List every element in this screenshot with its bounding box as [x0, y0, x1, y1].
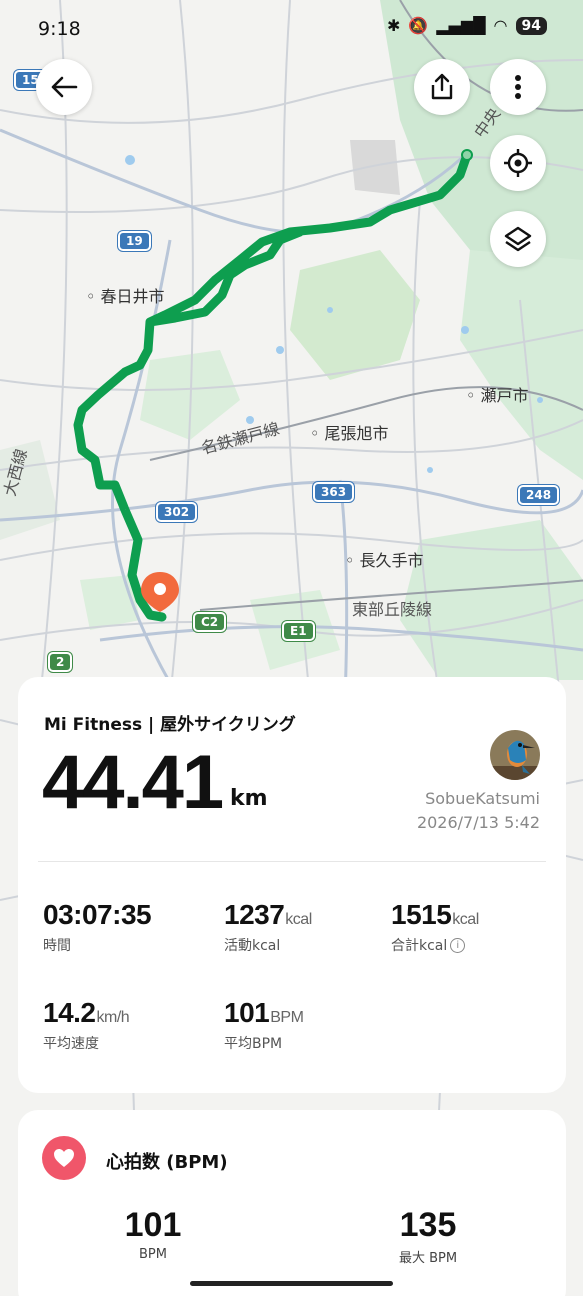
workout-summary-card: Mi Fitness | 屋外サイクリング 44.41 km SobueKats…: [18, 677, 566, 1093]
user-name: SobueKatsumi: [425, 789, 540, 808]
stat-duration-label: 時間: [43, 938, 71, 954]
hr-max: 135 最大 BPM: [388, 1206, 468, 1266]
route-shield-19: 19: [118, 231, 151, 251]
signal-icon: ▂▄▆█: [436, 16, 486, 35]
kingfisher-avatar-image: [490, 730, 540, 780]
hr-avg: 101 BPM: [118, 1206, 188, 1262]
stat-duration: 03:07:35 時間: [43, 899, 152, 955]
route-shield-302: 302: [156, 502, 198, 522]
heart-rate-title: 心拍数 (BPM): [106, 1152, 228, 1173]
stat-avg-bpm: 101BPM 平均BPM: [224, 997, 304, 1053]
map-label-owariasahi: ◦ 尾張旭市: [310, 424, 389, 443]
stat-total-kcal-value: 1515: [391, 899, 452, 930]
share-button[interactable]: [414, 59, 470, 115]
status-icons: ✱ 🔕 ▂▄▆█ ◠ 94: [387, 16, 547, 35]
arrow-left-icon: [51, 76, 78, 98]
wifi-icon: ◠: [493, 16, 508, 35]
stat-total-kcal-unit: kcal: [452, 911, 479, 928]
hr-max-label: 最大 BPM: [398, 1251, 458, 1266]
home-indicator[interactable]: [190, 1281, 393, 1286]
stat-avg-bpm-unit: BPM: [270, 1009, 304, 1026]
workout-datetime: 2026/7/13 5:42: [416, 813, 540, 832]
info-icon[interactable]: i: [450, 937, 466, 953]
stat-avg-speed-label: 平均速度: [43, 1036, 99, 1052]
share-icon: [431, 73, 453, 100]
map-canvas: [0, 0, 583, 1296]
back-button[interactable]: [36, 59, 92, 115]
layers-icon: [504, 226, 532, 252]
workout-title: Mi Fitness | 屋外サイクリング: [44, 715, 296, 735]
route-shield-363: 363: [313, 482, 355, 502]
stat-total-kcal-label-row: 合計kcal i: [391, 935, 479, 955]
stat-avg-speed-unit: km/h: [96, 1009, 130, 1026]
stat-active-kcal-value: 1237: [224, 899, 285, 930]
route-shield-248: 248: [518, 485, 560, 505]
status-bar: 9:18 ✱ 🔕 ▂▄▆█ ◠ 94: [0, 0, 583, 58]
route-shield-c2: C2: [193, 612, 227, 632]
map-label-kasugai: ◦ 春日井市: [86, 287, 165, 306]
stat-active-kcal-unit: kcal: [285, 911, 312, 928]
stat-active-kcal-label: 活動kcal: [224, 938, 281, 954]
map-label-tobu-kyuryo-line: 東部丘陵線: [352, 600, 433, 619]
hr-max-value: 135: [399, 1206, 457, 1244]
route-shield-2: 2: [48, 652, 73, 672]
stat-total-kcal-label: 合計kcal: [391, 938, 448, 954]
more-vertical-icon: [515, 75, 521, 99]
stat-avg-bpm-value: 101: [224, 997, 270, 1028]
heart-rate-card[interactable]: 心拍数 (BPM) 101 BPM 135 最大 BPM: [18, 1110, 566, 1296]
divider: [38, 861, 546, 862]
hr-avg-value: 101: [124, 1206, 182, 1244]
stat-avg-speed-value: 14.2: [43, 997, 96, 1028]
route-start-dot: [461, 149, 473, 161]
map-label-seto: ◦ 瀬戸市: [466, 386, 529, 405]
map-label-nagakute: ◦ 長久手市: [345, 551, 424, 570]
distance-value: 44.41: [42, 740, 224, 825]
crosshair-icon: [504, 149, 532, 177]
heart-icon: [42, 1136, 86, 1180]
status-time: 9:18: [38, 18, 81, 40]
route-map[interactable]: ◦ 春日井市 ◦ 尾張旭市 ◦ 瀬戸市 ◦ 長久手市 名鉄瀬戸線 東部丘陵線 中…: [0, 0, 583, 1296]
heart-shape: [54, 1149, 74, 1167]
stat-active-kcal: 1237kcal 活動kcal: [224, 899, 312, 955]
hr-avg-label: BPM: [139, 1247, 167, 1262]
stat-total-kcal: 1515kcal 合計kcal i: [391, 899, 479, 955]
more-options-button[interactable]: [490, 59, 546, 115]
avatar[interactable]: [490, 730, 540, 780]
stat-avg-bpm-label: 平均BPM: [224, 1036, 283, 1052]
stat-duration-value: 03:07:35: [43, 899, 152, 930]
my-location-button[interactable]: [490, 135, 546, 191]
stat-avg-speed: 14.2km/h 平均速度: [43, 997, 130, 1053]
mute-icon: 🔕: [408, 16, 429, 35]
route-shield-e1: E1: [282, 621, 315, 641]
distance-unit: km: [230, 786, 268, 811]
battery-icon: 94: [515, 16, 547, 35]
bluetooth-icon: ✱: [387, 16, 401, 35]
map-layers-button[interactable]: [490, 211, 546, 267]
